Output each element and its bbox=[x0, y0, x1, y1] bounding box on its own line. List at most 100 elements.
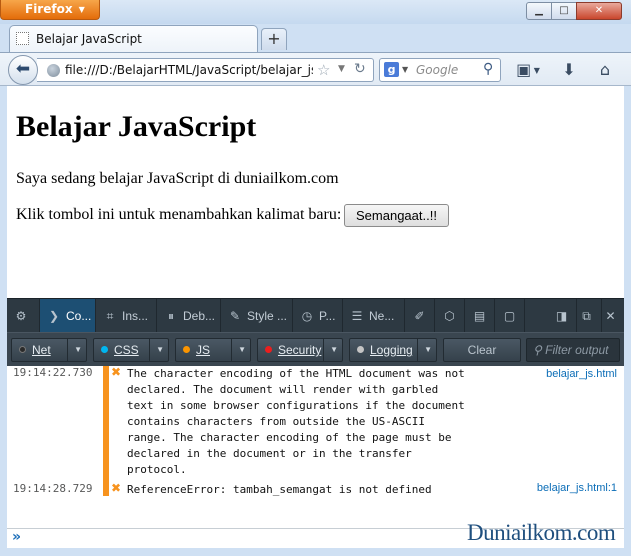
filter-js-button[interactable]: JS ▼ bbox=[175, 338, 251, 362]
chevron-down-icon[interactable]: ▼ bbox=[156, 339, 164, 361]
console-icon: ❯ bbox=[48, 309, 60, 323]
cube-icon: ⬡ bbox=[444, 309, 455, 323]
tab-debugger[interactable]: ⏸ Deb... bbox=[157, 299, 221, 333]
divider bbox=[417, 339, 418, 361]
tab-style-editor[interactable]: ✎ Style ... bbox=[221, 299, 293, 333]
bookmark-star-icon[interactable]: ☆ bbox=[317, 61, 330, 79]
maximize-button[interactable]: □ bbox=[551, 2, 577, 20]
new-tab-button[interactable]: + bbox=[261, 28, 287, 50]
watermark-logo: Duniailkom.com bbox=[467, 520, 616, 545]
inspector-icon: ⌗ bbox=[106, 309, 114, 323]
filter-logging-button[interactable]: Logging ▼ bbox=[349, 338, 437, 362]
message-source-link[interactable]: belajar_js.html:1 bbox=[537, 482, 617, 494]
chevron-down-icon: ▼ bbox=[531, 66, 540, 75]
filter-security-label: Security bbox=[278, 343, 322, 357]
style-editor-icon: ✎ bbox=[229, 309, 241, 323]
divider bbox=[67, 339, 68, 361]
back-button[interactable]: ⬅ bbox=[8, 55, 38, 85]
button-prompt-text: Klik tombol ini untuk menambahkan kalima… bbox=[16, 206, 342, 223]
gear-icon: ⚙ bbox=[15, 309, 27, 323]
url-bar[interactable]: file:///D:/BelajarHTML/JavaScript/belaja… bbox=[37, 58, 374, 82]
warning-icon: ✖ bbox=[111, 365, 122, 379]
search-bar[interactable]: g ▼ Google ⚲ bbox=[379, 58, 501, 82]
globe-icon bbox=[47, 64, 60, 77]
chevron-down-icon[interactable]: ▼ bbox=[424, 339, 432, 361]
divider bbox=[149, 339, 150, 361]
paint-flashing-button[interactable]: ✐ bbox=[405, 299, 435, 333]
responsive-design-button[interactable]: ▢ bbox=[495, 299, 525, 333]
page-paragraph: Saya sedang belajar JavaScript di duniai… bbox=[16, 170, 339, 187]
close-window-button[interactable]: ✕ bbox=[576, 2, 622, 20]
filter-net-label: Net bbox=[32, 343, 51, 357]
search-icon[interactable]: ⚲ bbox=[483, 61, 493, 77]
input-prompt-icon: » bbox=[12, 529, 22, 545]
message-text: ReferenceError: tambah_semangat is not d… bbox=[127, 483, 432, 496]
reload-icon[interactable]: ↻ bbox=[354, 61, 366, 77]
scratchpad-button[interactable]: ▤ bbox=[465, 299, 495, 333]
divider bbox=[231, 339, 232, 361]
security-dot-icon bbox=[265, 346, 272, 353]
downloads-button[interactable]: ⬇ bbox=[556, 59, 582, 81]
history-dropdown-icon[interactable]: ▼ bbox=[338, 64, 345, 74]
network-icon: ☰ bbox=[351, 309, 363, 323]
popout-icon: ⧉ bbox=[582, 309, 591, 323]
debugger-icon: ⏸ bbox=[167, 309, 174, 323]
title-bar: Firefox ▼ ▁ □ ✕ bbox=[0, 0, 631, 24]
tab-console[interactable]: ❯ Co... bbox=[40, 299, 96, 333]
tab-title: Belajar JavaScript bbox=[36, 32, 142, 46]
message-severity-bar bbox=[103, 366, 109, 480]
filter-net-button[interactable]: Net ▼ bbox=[11, 338, 87, 362]
css-dot-icon bbox=[101, 346, 108, 353]
devtools-toolbar: ⚙ ❯ Co... ⌗ Ins... ⏸ Deb... ✎ Style ... ◷ P..… bbox=[7, 298, 624, 333]
download-icon: ⬇ bbox=[562, 60, 576, 79]
window-bottom-frame bbox=[0, 548, 631, 556]
filter-security-button[interactable]: Security ▼ bbox=[257, 338, 343, 362]
filter-js-label: JS bbox=[196, 343, 211, 357]
tab-style-editor-label: Style ... bbox=[247, 309, 288, 323]
logging-dot-icon bbox=[357, 346, 364, 353]
profiler-icon: ◷ bbox=[301, 309, 313, 323]
tab-belajar-javascript[interactable]: Belajar JavaScript bbox=[9, 25, 258, 52]
search-icon: ⚲ bbox=[533, 343, 546, 357]
message-timestamp: 19:14:28.729 bbox=[13, 482, 93, 495]
filter-css-button[interactable]: CSS ▼ bbox=[93, 338, 169, 362]
search-engine-dropdown-icon[interactable]: ▼ bbox=[402, 65, 408, 74]
message-source-link[interactable]: belajar_js.html bbox=[546, 368, 617, 380]
message-timestamp: 19:14:22.730 bbox=[13, 366, 93, 379]
filter-output-input[interactable]: ⚲ Filter output bbox=[526, 338, 620, 362]
chevron-down-icon[interactable]: ▼ bbox=[238, 339, 246, 361]
3d-view-button[interactable]: ⬡ bbox=[435, 299, 465, 333]
divider bbox=[323, 339, 324, 361]
paintbrush-icon: ✐ bbox=[414, 309, 425, 323]
bookmarks-icon: ▣ bbox=[516, 60, 532, 79]
chevron-down-icon[interactable]: ▼ bbox=[74, 339, 82, 361]
js-dot-icon bbox=[183, 346, 190, 353]
close-devtools-button[interactable]: ✕ bbox=[597, 299, 624, 333]
chevron-down-icon[interactable]: ▼ bbox=[330, 339, 338, 361]
search-placeholder[interactable]: Google bbox=[416, 63, 458, 77]
bookmarks-button[interactable]: ▣ ▼ bbox=[510, 59, 546, 81]
console-output: 19:14:22.730 ✖ The character encoding of… bbox=[7, 365, 624, 528]
dock-side-icon: ◨ bbox=[555, 309, 568, 323]
google-search-engine-icon[interactable]: g bbox=[384, 62, 399, 77]
home-button[interactable]: ⌂ bbox=[592, 59, 618, 81]
tab-inspector-label: Ins... bbox=[122, 309, 149, 323]
back-arrow-icon: ⬅ bbox=[15, 59, 31, 79]
devtools-options-tab[interactable]: ⚙ bbox=[7, 299, 40, 333]
page-heading: Belajar JavaScript bbox=[16, 110, 257, 143]
minimize-button[interactable]: ▁ bbox=[526, 2, 552, 20]
url-text[interactable]: file:///D:/BelajarHTML/JavaScript/belaja… bbox=[65, 63, 313, 77]
error-icon: ✖ bbox=[111, 481, 122, 495]
tab-inspector[interactable]: ⌗ Ins... bbox=[96, 299, 157, 333]
close-icon: ✕ bbox=[605, 309, 616, 323]
semangat-button[interactable]: Semangaat..!! bbox=[344, 204, 449, 227]
clear-console-button[interactable]: Clear bbox=[443, 338, 521, 362]
tab-console-label: Co... bbox=[66, 309, 92, 323]
tab-strip: Belajar JavaScript + bbox=[0, 24, 631, 52]
tab-debugger-label: Deb... bbox=[183, 309, 216, 323]
page-content: Belajar JavaScript Saya sedang belajar J… bbox=[7, 86, 624, 298]
tab-profiler[interactable]: ◷ P... bbox=[293, 299, 343, 333]
firefox-menu-button[interactable]: Firefox ▼ bbox=[0, 0, 100, 20]
console-message: 19:14:28.729 ✖ ReferenceError: tambah_se… bbox=[7, 478, 624, 502]
tab-network[interactable]: ☰ Ne... bbox=[343, 299, 405, 333]
